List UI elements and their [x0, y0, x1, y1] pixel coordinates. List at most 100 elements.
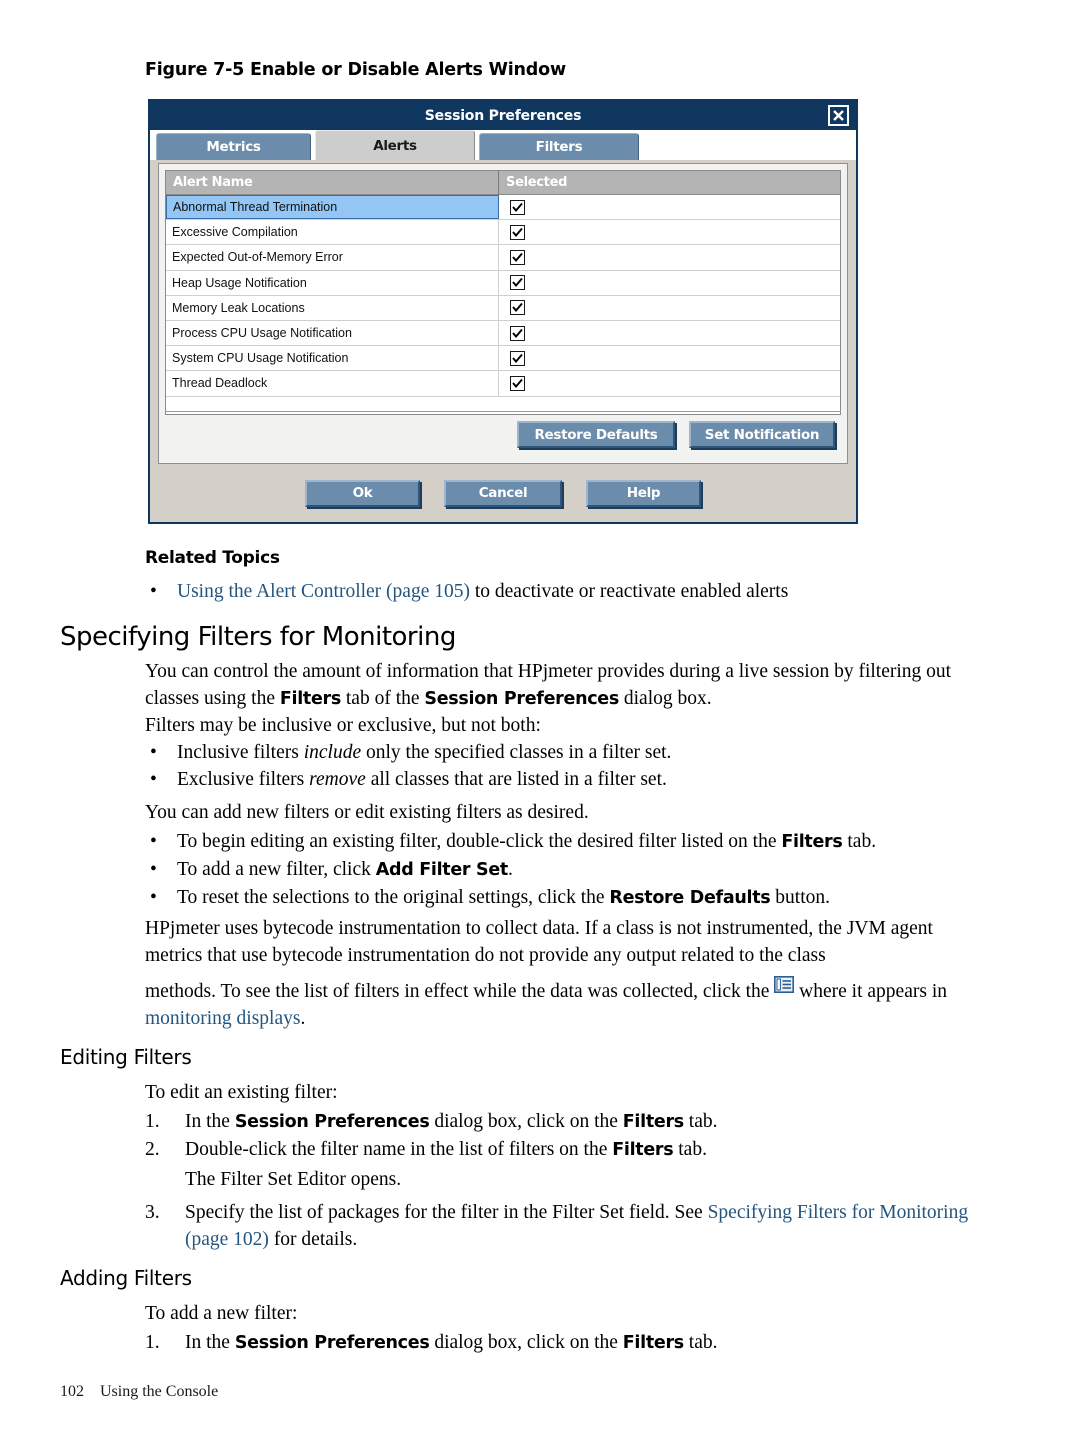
bullet-text-part: button.: [770, 887, 830, 908]
bullet-text: To add a new filter, click Add Filter Se…: [177, 856, 513, 884]
para-text: methods. To see the list of filters in e…: [145, 981, 775, 1002]
para-text: where it appears in: [794, 981, 947, 1002]
bullet-icon: •: [150, 769, 157, 790]
subsection-heading-adding-filters: Adding Filters: [60, 1266, 192, 1290]
alert-name-cell: Thread Deadlock: [166, 371, 499, 396]
bullet-icon: •: [150, 581, 157, 602]
tab-alerts-label: Alerts: [373, 137, 417, 154]
column-header-alert-name[interactable]: Alert Name: [166, 171, 499, 194]
step-text: Double-click the filter name in the list…: [185, 1136, 707, 1164]
bullet-icon: •: [150, 887, 157, 908]
table-row[interactable]: Excessive Compilation: [166, 220, 840, 246]
bullet-restore-defaults: • To reset the selections to the origina…: [145, 884, 990, 912]
dialog-tabstrip: Metrics Alerts Filters: [150, 130, 856, 160]
table-header-row: Alert Name Selected: [166, 171, 840, 195]
dialog-titlebar: Session Preferences: [150, 101, 856, 130]
ok-button[interactable]: Ok: [305, 479, 420, 507]
related-topics-bullet: • Using the Alert Controller (page 105) …: [145, 578, 990, 605]
alert-selected-cell[interactable]: [499, 271, 840, 295]
checkbox-checked-icon[interactable]: [510, 325, 525, 341]
alerts-table: Alert Name Selected Abnormal Thread Term…: [165, 170, 841, 415]
bullet-text-part: Exclusive filters: [177, 769, 310, 790]
step-number: 3.: [145, 1202, 160, 1223]
italic-include: include: [303, 742, 362, 763]
alert-name-cell: Excessive Compilation: [166, 220, 499, 245]
ordered-step-1-adding: 1. In the Session Preferences dialog box…: [145, 1329, 990, 1357]
close-icon[interactable]: [828, 105, 849, 126]
bullet-text-part: To reset the selections to the original …: [177, 887, 610, 908]
tab-metrics[interactable]: Metrics: [156, 133, 311, 160]
page-number: 102: [60, 1383, 84, 1400]
checkbox-checked-icon[interactable]: [510, 350, 525, 366]
figure-caption: Figure 7-5 Enable or Disable Alerts Wind…: [145, 60, 566, 80]
ordered-step-3-editing: 3. Specify the list of packages for the …: [145, 1199, 990, 1253]
paragraph-add-or-edit: You can add new filters or edit existing…: [145, 802, 589, 823]
paragraph-add-intro: To add a new filter:: [145, 1303, 298, 1324]
filter-list-icon[interactable]: [774, 974, 795, 993]
alert-name-cell: Process CPU Usage Notification: [166, 320, 499, 346]
monitoring-displays-link[interactable]: monitoring displays: [145, 1008, 300, 1029]
table-row[interactable]: Process CPU Usage Notification: [166, 320, 840, 347]
emphasis-filters: Filters: [781, 832, 843, 852]
bullet-icon: •: [150, 831, 157, 852]
ordered-step-2-editing: 2. Double-click the filter name in the l…: [145, 1136, 990, 1164]
step-text-part: tab.: [683, 1111, 718, 1132]
alert-selected-cell[interactable]: [499, 195, 840, 219]
alert-selected-cell[interactable]: [499, 245, 840, 269]
set-notification-button[interactable]: Set Notification: [689, 421, 835, 448]
checkbox-checked-icon[interactable]: [510, 199, 525, 215]
section-heading-specifying-filters: Specifying Filters for Monitoring: [60, 622, 456, 652]
bullet-inclusive-filters: • Inclusive filters include only the spe…: [145, 739, 990, 766]
step-text-part: Double-click the filter name in the list…: [185, 1139, 613, 1160]
bullet-icon: •: [150, 859, 157, 880]
alert-controller-link[interactable]: Using the Alert Controller (page 105): [177, 581, 470, 602]
ordered-step-1-editing: 1. In the Session Preferences dialog box…: [145, 1108, 990, 1136]
alerts-action-bar: Restore Defaults Set Notification: [165, 411, 841, 457]
table-row[interactable]: Expected Out-of-Memory Error: [166, 245, 840, 271]
emphasis-add-filter-set: Add Filter Set: [375, 860, 509, 880]
para-text: .: [300, 1008, 306, 1029]
bullet-text-part: all classes that are listed in a filter …: [365, 769, 667, 790]
bullet-add-new-filter: • To add a new filter, click Add Filter …: [145, 856, 990, 884]
bullet-icon: •: [150, 742, 157, 763]
checkbox-checked-icon[interactable]: [510, 375, 525, 391]
cancel-button[interactable]: Cancel: [444, 479, 562, 507]
para-text: tab of the: [341, 688, 425, 709]
alert-selected-cell[interactable]: [499, 346, 840, 370]
related-topics-bullet-rest: to deactivate or reactivate enabled aler…: [469, 581, 789, 602]
step-text-part: Specify the list of packages for the fil…: [185, 1202, 708, 1223]
checkbox-checked-icon[interactable]: [510, 275, 525, 291]
checkbox-checked-icon[interactable]: [510, 249, 525, 265]
footer-section-title: Using the Console: [100, 1383, 219, 1400]
tab-alerts[interactable]: Alerts: [315, 130, 475, 160]
alert-selected-cell[interactable]: [499, 296, 840, 320]
table-row[interactable]: Memory Leak Locations: [166, 295, 840, 321]
related-topics-heading: Related Topics: [145, 548, 280, 568]
bullet-text-part: tab.: [842, 831, 877, 852]
bullet-begin-editing: • To begin editing an existing filter, d…: [145, 828, 990, 856]
table-row[interactable]: Abnormal Thread Termination: [166, 195, 840, 221]
step-text-part: In the: [185, 1332, 235, 1353]
para-text: dialog box.: [619, 688, 712, 709]
restore-defaults-button[interactable]: Restore Defaults: [517, 421, 675, 448]
alert-selected-cell[interactable]: [499, 321, 840, 345]
checkbox-checked-icon[interactable]: [510, 300, 525, 316]
checkbox-checked-icon[interactable]: [510, 224, 525, 240]
step-text-part: tab.: [673, 1139, 707, 1160]
bullet-text-part: only the specified classes in a filter s…: [361, 742, 672, 763]
table-row[interactable]: Thread Deadlock: [166, 371, 840, 397]
bullet-text-part: To add a new filter, click: [177, 859, 376, 880]
alert-selected-cell[interactable]: [499, 371, 840, 395]
column-header-selected[interactable]: Selected: [499, 171, 840, 194]
alert-selected-cell[interactable]: [499, 220, 840, 244]
table-row[interactable]: Heap Usage Notification: [166, 270, 840, 296]
emphasis-restore-defaults: Restore Defaults: [609, 888, 771, 908]
step-text: In the Session Preferences dialog box, c…: [185, 1329, 718, 1357]
emphasis-session-preferences: Session Preferences: [234, 1333, 430, 1353]
table-row[interactable]: System CPU Usage Notification: [166, 346, 840, 372]
tab-filters-label: Filters: [535, 139, 583, 155]
tab-filters[interactable]: Filters: [479, 133, 639, 160]
paragraph-filters-in-effect: methods. To see the list of filters in e…: [145, 976, 990, 1032]
help-button[interactable]: Help: [586, 479, 701, 507]
paragraph-edit-intro: To edit an existing filter:: [145, 1082, 338, 1103]
